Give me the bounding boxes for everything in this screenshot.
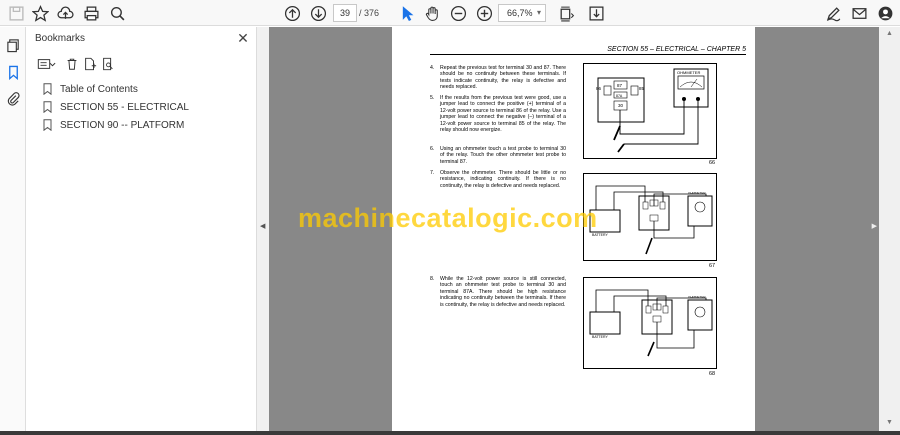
figure-number: 67 <box>709 263 716 269</box>
figure-relay-battery: BATTERY OHMMETER <box>583 173 717 261</box>
taskbar-strip <box>0 431 900 435</box>
attachment-icon[interactable] <box>4 89 22 107</box>
select-cursor-icon[interactable] <box>397 3 417 23</box>
new-bookmark-icon[interactable] <box>81 55 99 73</box>
print-icon[interactable] <box>81 3 101 23</box>
account-icon[interactable] <box>875 3 895 23</box>
search-icon[interactable] <box>107 3 127 23</box>
vertical-scrollbar[interactable]: ▲ ▼ <box>879 27 900 431</box>
step-text: Observe the ohmmeter. There should be li… <box>440 170 566 189</box>
bookmark-icon <box>43 119 52 131</box>
ohmmeter-label: OHMMETER <box>677 70 700 75</box>
terminal-30-label: 30 <box>618 103 624 108</box>
collapse-left-icon: ◀ <box>260 223 266 230</box>
step-text: Using an ohmmeter touch a test probe to … <box>440 146 566 165</box>
zoom-in-icon[interactable] <box>474 3 494 23</box>
star-icon[interactable] <box>30 3 50 23</box>
bookmark-item[interactable]: SECTION 55 - ELECTRICAL <box>43 99 189 115</box>
battery-label: BATTERY <box>592 335 608 339</box>
delete-icon[interactable] <box>63 55 81 73</box>
step-number: 4. <box>430 65 435 71</box>
save-icon[interactable] <box>6 3 26 23</box>
panel-title: Bookmarks <box>35 33 86 44</box>
scroll-down-icon[interactable]: ▼ <box>886 419 893 426</box>
bookmarks-panel: Bookmarks ✕ Table of Contents SECTION 55… <box>27 27 257 431</box>
figure-number: 68 <box>709 371 716 377</box>
bookmark-label: SECTION 55 - ELECTRICAL <box>60 101 189 113</box>
page-fit-icon[interactable] <box>556 3 576 23</box>
bookmark-label: Table of Contents <box>60 83 138 95</box>
previous-page-icon[interactable] <box>282 3 302 23</box>
left-rail <box>0 27 26 431</box>
scroll-up-icon[interactable]: ▲ <box>886 30 893 37</box>
step-text: While the 12-volt power source is still … <box>440 276 566 308</box>
page-total: / 376 <box>359 8 380 18</box>
relay-battery-diagram: BATTERY OHMMETER <box>589 185 713 255</box>
bookmark-search-icon[interactable] <box>99 55 117 73</box>
section-header: SECTION 55 – ELECTRICAL – CHAPTER 5 <box>430 46 746 55</box>
toolbar: 39 / 376 66,7% ▾ <box>0 0 900 26</box>
bookmark-item[interactable]: Table of Contents <box>43 81 138 97</box>
watermark-text: machinecatalogic.com <box>298 203 598 233</box>
page-number-input[interactable]: 39 <box>333 4 357 22</box>
expand-right-icon[interactable]: ▶ <box>872 222 877 230</box>
chevron-down-icon: ▾ <box>536 8 541 17</box>
step-number: 5. <box>430 95 435 101</box>
next-page-icon[interactable] <box>308 3 328 23</box>
step-text: Repeat the previous test for terminal 30… <box>440 65 566 91</box>
relay-87a-diagram: BATTERY OHMMETER <box>589 289 713 357</box>
zoom-value: 66,7% <box>507 8 533 18</box>
sign-edit-icon[interactable] <box>823 3 843 23</box>
bookmark-item[interactable]: SECTION 90 -- PLATFORM <box>43 117 184 133</box>
step-item: 4. Repeat the previous test for terminal… <box>430 65 566 91</box>
page-thumbnails-icon[interactable] <box>4 36 22 54</box>
bookmark-icon <box>43 101 52 113</box>
step-number: 6. <box>430 146 435 152</box>
step-item: 7. Observe the ohmmeter. There should be… <box>430 170 566 189</box>
bookmark-icon <box>43 83 52 95</box>
mail-icon[interactable] <box>849 3 869 23</box>
zoom-out-icon[interactable] <box>448 3 468 23</box>
step-item: 6. Using an ohmmeter touch a test probe … <box>430 146 566 165</box>
figure-relay-ohmmeter: 86 85 87 87A 30 OHMMETER <box>583 63 717 159</box>
close-icon[interactable]: ✕ <box>235 30 251 46</box>
bookmark-label: SECTION 90 -- PLATFORM <box>60 119 185 131</box>
panel-collapse-handle[interactable]: ◀ <box>257 27 269 431</box>
figure-number: 66 <box>709 160 716 166</box>
zoom-select[interactable]: 66,7% ▾ <box>498 4 546 22</box>
terminal-85-label: 85 <box>639 86 645 91</box>
bookmark-icon[interactable] <box>4 63 22 81</box>
terminal-86-label: 86 <box>596 86 602 91</box>
step-text: If the results from the previous test we… <box>440 95 566 134</box>
figure-relay-87a-test: BATTERY OHMMETER <box>583 277 717 369</box>
relay-diagram: 86 85 87 87A 30 OHMMETER <box>596 68 709 153</box>
terminal-87a-label: 87A <box>616 94 623 98</box>
options-chevron-icon[interactable] <box>48 55 56 73</box>
upload-cloud-icon[interactable] <box>55 3 75 23</box>
step-number: 7. <box>430 170 435 176</box>
step-number: 8. <box>430 276 435 282</box>
download-page-icon[interactable] <box>586 3 606 23</box>
hand-tool-icon[interactable] <box>422 3 442 23</box>
terminal-87-label: 87 <box>617 83 623 88</box>
step-item: 8. While the 12-volt power source is sti… <box>430 276 566 308</box>
step-item: 5. If the results from the previous test… <box>430 95 566 133</box>
